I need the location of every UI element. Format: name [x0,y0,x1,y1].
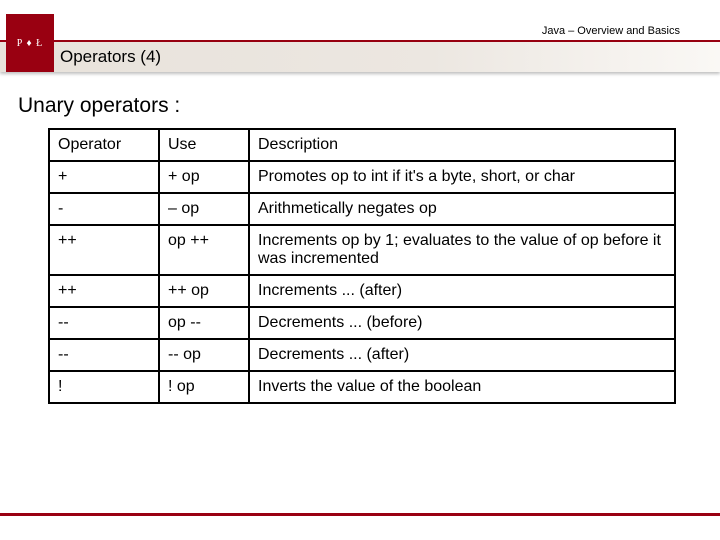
slide-header: Java – Overview and Basics P ♦ Ł Operato… [0,0,720,72]
table-row: + + op Promotes op to int if it's a byte… [49,161,675,193]
operators-table: Operator Use Description + + op Promotes… [48,128,676,404]
table-row: -- op -- Decrements ... (before) [49,307,675,339]
table-row: ! ! op Inverts the value of the boolean [49,371,675,403]
cell-operator: - [49,193,159,225]
cell-description: Inverts the value of the boolean [249,371,675,403]
cell-description: Increments ... (after) [249,275,675,307]
table-row: ++ op ++ Increments op by 1; evaluates t… [49,225,675,275]
university-logo: P ♦ Ł [6,14,54,72]
slide-content: Unary operators : Operator Use Descripti… [0,72,720,404]
cell-operator: -- [49,307,159,339]
cell-use: -- op [159,339,249,371]
cell-description: Promotes op to int if it's a byte, short… [249,161,675,193]
cell-use: op -- [159,307,249,339]
cell-operator: ! [49,371,159,403]
cell-operator: -- [49,339,159,371]
cell-use: – op [159,193,249,225]
table-row: - – op Arithmetically negates op [49,193,675,225]
cell-use: ++ op [159,275,249,307]
cell-description: Decrements ... (before) [249,307,675,339]
table-row: ++ ++ op Increments ... (after) [49,275,675,307]
cell-operator: ++ [49,225,159,275]
cell-description: Decrements ... (after) [249,339,675,371]
cell-description: Arithmetically negates op [249,193,675,225]
topic-label: Java – Overview and Basics [542,25,680,37]
cell-use: ! op [159,371,249,403]
table-row: -- -- op Decrements ... (after) [49,339,675,371]
cell-operator: + [49,161,159,193]
col-header-use: Use [159,129,249,161]
table-header-row: Operator Use Description [49,129,675,161]
title-bar: Operators (4) [0,42,720,72]
cell-use: + op [159,161,249,193]
cell-use: op ++ [159,225,249,275]
cell-operator: ++ [49,275,159,307]
section-heading: Unary operators : [18,94,702,118]
cell-description: Increments op by 1; evaluates to the val… [249,225,675,275]
slide-title: Operators (4) [60,47,161,67]
footer-rule [0,513,720,516]
col-header-description: Description [249,129,675,161]
logo-text: P ♦ Ł [17,38,43,49]
col-header-operator: Operator [49,129,159,161]
